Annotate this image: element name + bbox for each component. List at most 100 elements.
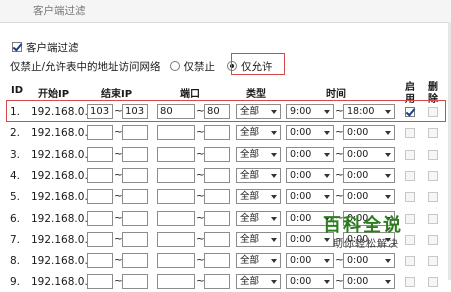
ip-prefix: 192.168.0. xyxy=(31,234,88,246)
end-ip-input[interactable] xyxy=(122,232,148,247)
enable-checkbox[interactable] xyxy=(405,150,415,160)
filter-mode-prompt: 仅禁止/允许表中的地址访问网络 xyxy=(10,60,161,73)
chevron-down-icon xyxy=(271,217,277,221)
start-ip-input[interactable] xyxy=(87,253,113,268)
time-start-value: 0:00 xyxy=(290,170,312,181)
time-end-select[interactable]: 0:00 xyxy=(343,253,395,268)
protocol-type-select[interactable]: 全部 xyxy=(236,274,281,289)
port-end-input[interactable] xyxy=(204,125,230,140)
port-start-input[interactable] xyxy=(157,211,195,226)
time-start-select[interactable]: 0:00 xyxy=(286,253,334,268)
time-end-select[interactable]: 0:00 xyxy=(343,147,395,162)
start-ip-input[interactable] xyxy=(87,232,113,247)
time-end-select[interactable]: 0:00 xyxy=(343,189,395,204)
chevron-down-icon xyxy=(271,280,277,284)
delete-checkbox[interactable] xyxy=(428,277,438,287)
port-start-input[interactable] xyxy=(157,168,195,183)
port-end-input[interactable] xyxy=(204,211,230,226)
watermark-subtitle: 助你轻松解决 xyxy=(333,239,399,250)
port-end-input[interactable] xyxy=(204,168,230,183)
time-end-select[interactable]: 0:00 xyxy=(343,274,395,289)
chevron-down-icon xyxy=(271,153,277,157)
protocol-type-select[interactable]: 全部 xyxy=(236,125,281,140)
start-ip-input[interactable] xyxy=(87,147,113,162)
protocol-type-select[interactable]: 全部 xyxy=(236,189,281,204)
end-ip-input[interactable] xyxy=(122,211,148,226)
end-ip-input[interactable] xyxy=(122,253,148,268)
start-ip-input[interactable] xyxy=(87,211,113,226)
port-start-input[interactable] xyxy=(157,125,195,140)
delete-checkbox[interactable] xyxy=(428,256,438,266)
chevron-down-icon xyxy=(385,195,391,199)
first-rule-highlight xyxy=(6,100,446,122)
time-start-select[interactable]: 0:00 xyxy=(286,125,334,140)
port-start-input[interactable] xyxy=(157,189,195,204)
port-end-input[interactable] xyxy=(204,274,230,289)
end-ip-input[interactable] xyxy=(122,147,148,162)
port-end-input[interactable] xyxy=(204,147,230,162)
time-end-value: 0:00 xyxy=(347,276,369,287)
enable-checkbox[interactable] xyxy=(405,256,415,266)
port-end-input[interactable] xyxy=(204,189,230,204)
time-end-value: 0:00 xyxy=(347,127,369,138)
row-id: 5. xyxy=(10,191,21,203)
deny-only-label[interactable]: 仅禁止 xyxy=(184,59,216,74)
chevron-down-icon xyxy=(324,280,330,284)
delete-checkbox[interactable] xyxy=(428,235,438,245)
client-filter-checkbox[interactable] xyxy=(12,42,22,52)
enable-checkbox[interactable] xyxy=(405,214,415,224)
port-start-input[interactable] xyxy=(157,232,195,247)
start-ip-input[interactable] xyxy=(87,168,113,183)
port-end-input[interactable] xyxy=(204,232,230,247)
time-end-value: 0:00 xyxy=(347,255,369,266)
protocol-type-value: 全部 xyxy=(240,213,260,224)
delete-checkbox[interactable] xyxy=(428,214,438,224)
allow-only-highlight xyxy=(231,53,285,75)
start-ip-input[interactable] xyxy=(87,274,113,289)
table-row: 2. 192.168.0. ~ ~ 全部 0:00 ~0:00 xyxy=(0,123,451,143)
port-start-input[interactable] xyxy=(157,274,195,289)
chevron-down-icon xyxy=(385,259,391,263)
protocol-type-select[interactable]: 全部 xyxy=(236,211,281,226)
delete-checkbox[interactable] xyxy=(428,150,438,160)
port-end-input[interactable] xyxy=(204,253,230,268)
time-start-select[interactable]: 0:00 xyxy=(286,274,334,289)
header-time: 时间 xyxy=(326,89,346,100)
start-ip-input[interactable] xyxy=(87,125,113,140)
protocol-type-select[interactable]: 全部 xyxy=(236,232,281,247)
table-row: 8. 192.168.0. ~ ~ 全部 0:00 ~0:00 xyxy=(0,251,451,271)
row-id: 4. xyxy=(10,170,21,182)
start-ip-input[interactable] xyxy=(87,189,113,204)
protocol-type-select[interactable]: 全部 xyxy=(236,147,281,162)
time-start-select[interactable]: 0:00 xyxy=(286,147,334,162)
time-end-select[interactable]: 0:00 xyxy=(343,125,395,140)
enable-checkbox[interactable] xyxy=(405,277,415,287)
port-start-input[interactable] xyxy=(157,147,195,162)
time-end-select[interactable]: 0:00 xyxy=(343,168,395,183)
table-row: 4. 192.168.0. ~ ~ 全部 0:00 ~0:00 xyxy=(0,166,451,186)
enable-checkbox[interactable] xyxy=(405,235,415,245)
time-start-value: 0:00 xyxy=(290,149,312,160)
protocol-type-select[interactable]: 全部 xyxy=(236,253,281,268)
enable-checkbox[interactable] xyxy=(405,128,415,138)
end-ip-input[interactable] xyxy=(122,168,148,183)
delete-checkbox[interactable] xyxy=(428,192,438,202)
delete-checkbox[interactable] xyxy=(428,171,438,181)
end-ip-input[interactable] xyxy=(122,274,148,289)
enable-checkbox[interactable] xyxy=(405,192,415,202)
protocol-type-select[interactable]: 全部 xyxy=(236,168,281,183)
deny-only-radio[interactable] xyxy=(169,61,180,71)
client-filter-toggle[interactable]: 客户端过滤 xyxy=(12,40,79,54)
end-ip-input[interactable] xyxy=(122,189,148,204)
time-start-value: 0:00 xyxy=(290,213,312,224)
enable-checkbox[interactable] xyxy=(405,171,415,181)
time-start-value: 0:00 xyxy=(290,234,312,245)
time-start-select[interactable]: 0:00 xyxy=(286,189,334,204)
chevron-down-icon xyxy=(324,131,330,135)
delete-checkbox[interactable] xyxy=(428,128,438,138)
header-id: ID xyxy=(11,85,24,96)
chevron-down-icon xyxy=(385,131,391,135)
end-ip-input[interactable] xyxy=(122,125,148,140)
port-start-input[interactable] xyxy=(157,253,195,268)
time-start-select[interactable]: 0:00 xyxy=(286,168,334,183)
